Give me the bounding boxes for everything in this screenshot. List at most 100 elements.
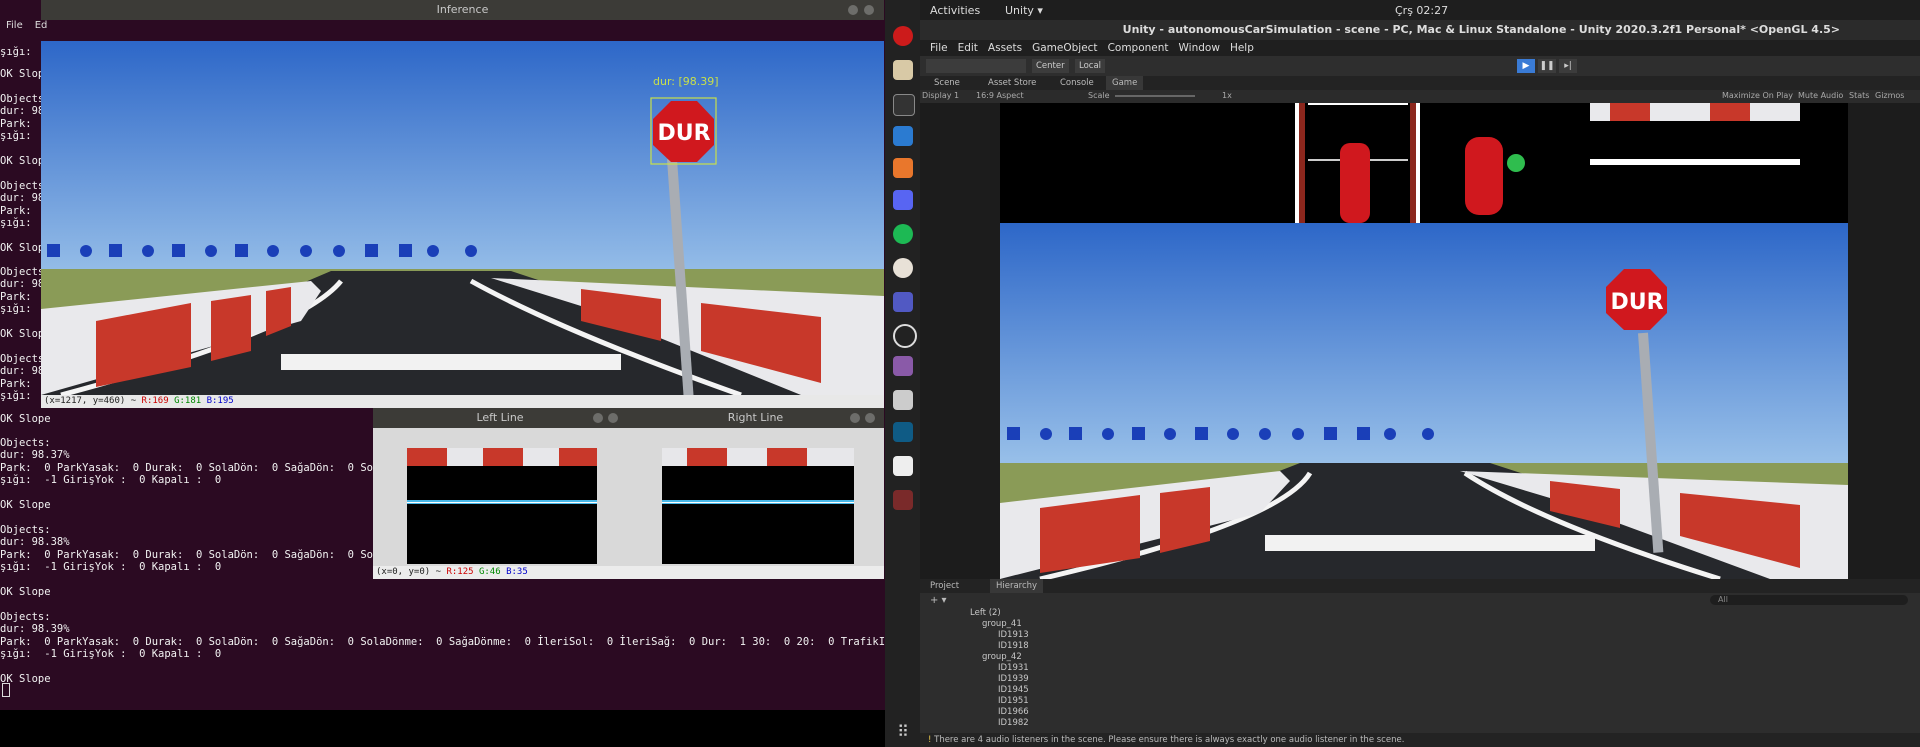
close-icon[interactable] — [864, 5, 874, 15]
unity-title: Unity - autonomousCarSimulation - scene … — [1122, 23, 1840, 36]
step-button[interactable]: ▸| — [1559, 59, 1577, 73]
unity-menu-component[interactable]: Component — [1108, 40, 1169, 56]
unity-menu-window[interactable]: Window — [1179, 40, 1220, 56]
terminal-line: Objects: — [0, 524, 51, 536]
terminal-line: şığı: — [0, 130, 32, 142]
terminal-menu-edit[interactable]: Ed — [35, 20, 48, 31]
display-select[interactable]: Display 1 — [922, 91, 959, 100]
obs-icon[interactable] — [893, 324, 917, 348]
unity-menu-file[interactable]: File — [930, 40, 948, 56]
unity-menu-assets[interactable]: Assets — [988, 40, 1022, 56]
opera-icon[interactable] — [893, 26, 913, 46]
terminal-line: şığı: — [0, 303, 32, 315]
hier-item-id1931[interactable]: ID1931 — [998, 663, 1029, 673]
space-toggle[interactable]: Local — [1075, 59, 1106, 73]
play-button[interactable]: ▶ — [1517, 59, 1535, 73]
unity-statusbar: ! There are 4 audio listeners in the sce… — [920, 733, 1920, 747]
terminal-menu: File Ed — [0, 20, 53, 36]
terminal-cursor — [2, 683, 10, 697]
media-icon[interactable] — [893, 356, 913, 376]
hier-item-group-42[interactable]: group_42 — [982, 652, 1022, 662]
hier-item-id1982[interactable]: ID1982 — [998, 718, 1029, 728]
files-icon[interactable] — [893, 60, 913, 80]
game-view-toolbar: Display 1 16:9 Aspect Scale 1x Maximize … — [920, 90, 1920, 103]
minimize-icon[interactable] — [850, 413, 860, 423]
scale-value: 1x — [1222, 91, 1232, 100]
lines-statusbar: (x=0, y=0) ~ R:125 G:46 B:35 — [373, 566, 884, 579]
unity-menu-gameobject[interactable]: GameObject — [1032, 40, 1097, 56]
aspect-select[interactable]: 16:9 Aspect — [976, 91, 1024, 100]
detection-label: dur: [98.39] — [653, 75, 719, 88]
virtualbox-icon[interactable] — [893, 422, 913, 442]
right-line-titlebar[interactable]: Right Line — [627, 408, 884, 428]
close-icon[interactable] — [865, 413, 875, 423]
tab-asset-store[interactable]: Asset Store — [988, 78, 1036, 88]
hierarchy-search[interactable]: All — [1710, 595, 1908, 605]
show-apps-icon[interactable]: ⠿ — [893, 722, 913, 742]
hier-item-id1918[interactable]: ID1918 — [998, 641, 1029, 651]
tab-game[interactable]: Game — [1106, 76, 1144, 90]
hier-item-left[interactable]: Left (2) — [970, 608, 1001, 618]
hier-item-id1939[interactable]: ID1939 — [998, 674, 1029, 684]
left-line-title: Left Line — [476, 411, 524, 424]
hier-item-id1913[interactable]: ID1913 — [998, 630, 1029, 640]
terminal-menu-file[interactable]: File — [6, 20, 23, 31]
mute-audio[interactable]: Mute Audio — [1798, 91, 1843, 100]
vscode-icon[interactable] — [893, 126, 913, 146]
close-icon[interactable] — [608, 413, 618, 423]
hier-item-id1966[interactable]: ID1966 — [998, 707, 1029, 717]
lines-status-pos: (x=0, y=0) ~ — [376, 567, 447, 577]
app-menu[interactable]: Unity ▾ — [1005, 4, 1043, 17]
spotify-icon[interactable] — [893, 224, 913, 244]
left-line-titlebar[interactable]: Left Line — [373, 408, 627, 428]
app-icon[interactable] — [893, 490, 913, 510]
scale-slider[interactable] — [1115, 95, 1195, 97]
inference-titlebar[interactable]: Inference — [41, 0, 884, 20]
camera-icon[interactable] — [893, 390, 913, 410]
lines-status-b: B:35 — [506, 567, 528, 577]
hier-item-group-41[interactable]: group_41 — [982, 619, 1022, 629]
terminal-line: şığı: -1 GirişYok : 0 Kapalı : 0 — [0, 561, 222, 573]
unity-toolbar: Center Local ▶ ❚❚ ▸| — [920, 56, 1920, 76]
paint-icon[interactable] — [893, 258, 913, 278]
terminal-line: Park: 0 ParkYasak: 0 Durak: 0 SolaDön: 0… — [0, 636, 885, 648]
unity-menubar: File Edit Assets GameObject Component Window H… — [920, 40, 1920, 56]
stats-toggle[interactable]: Stats — [1849, 91, 1869, 100]
terminal-icon[interactable] — [893, 94, 915, 116]
unity-menu-help[interactable]: Help — [1230, 40, 1254, 56]
minimize-icon[interactable] — [593, 413, 603, 423]
gizmos-toggle[interactable]: Gizmos — [1875, 91, 1904, 100]
tab-project[interactable]: Project — [930, 581, 959, 591]
minimize-icon[interactable] — [848, 5, 858, 15]
clock[interactable]: Çrş 02:27 — [1395, 4, 1448, 17]
game-view[interactable]: DUR — [920, 103, 1920, 582]
terminal-line: şığı: -1 GirişYok : 0 Kapalı : 0 — [0, 648, 222, 660]
hier-item-id1951[interactable]: ID1951 — [998, 696, 1029, 706]
lines-status-g: G:46 — [478, 567, 501, 577]
transform-tools[interactable] — [926, 59, 1026, 73]
status-b: B:195 — [206, 396, 234, 406]
unity-menu-edit[interactable]: Edit — [958, 40, 978, 56]
pivot-toggle[interactable]: Center — [1032, 59, 1069, 73]
discord-icon[interactable] — [893, 190, 913, 210]
left-line-window — [373, 428, 627, 568]
teams-icon[interactable] — [893, 292, 913, 312]
add-icon[interactable]: + ▾ — [930, 595, 947, 606]
hier-item-id1945[interactable]: ID1945 — [998, 685, 1029, 695]
maximize-on-play[interactable]: Maximize On Play — [1722, 91, 1793, 100]
unity-icon[interactable] — [893, 456, 913, 476]
warning-icon: ! — [928, 735, 932, 745]
tab-hierarchy[interactable]: Hierarchy — [990, 579, 1044, 593]
unity-view-tabs: Scene Asset Store Console Game — [920, 76, 1920, 90]
terminal-line: Park: 0 ParkYasak: 0 Durak: 0 SolaDön: 0… — [0, 549, 380, 561]
lines-status-r: R:125 — [446, 567, 474, 577]
software-store-icon[interactable] — [893, 158, 913, 178]
terminal-line: Objects: — [0, 611, 51, 623]
pause-button[interactable]: ❚❚ — [1538, 59, 1556, 73]
status-message: There are 4 audio listeners in the scene… — [934, 735, 1405, 745]
tab-console[interactable]: Console — [1060, 78, 1094, 88]
tab-scene[interactable]: Scene — [934, 78, 960, 88]
activities-button[interactable]: Activities — [930, 4, 980, 17]
inference-sign-text: DUR — [657, 121, 710, 146]
unity-titlebar: Unity - autonomousCarSimulation - scene … — [920, 20, 1920, 40]
